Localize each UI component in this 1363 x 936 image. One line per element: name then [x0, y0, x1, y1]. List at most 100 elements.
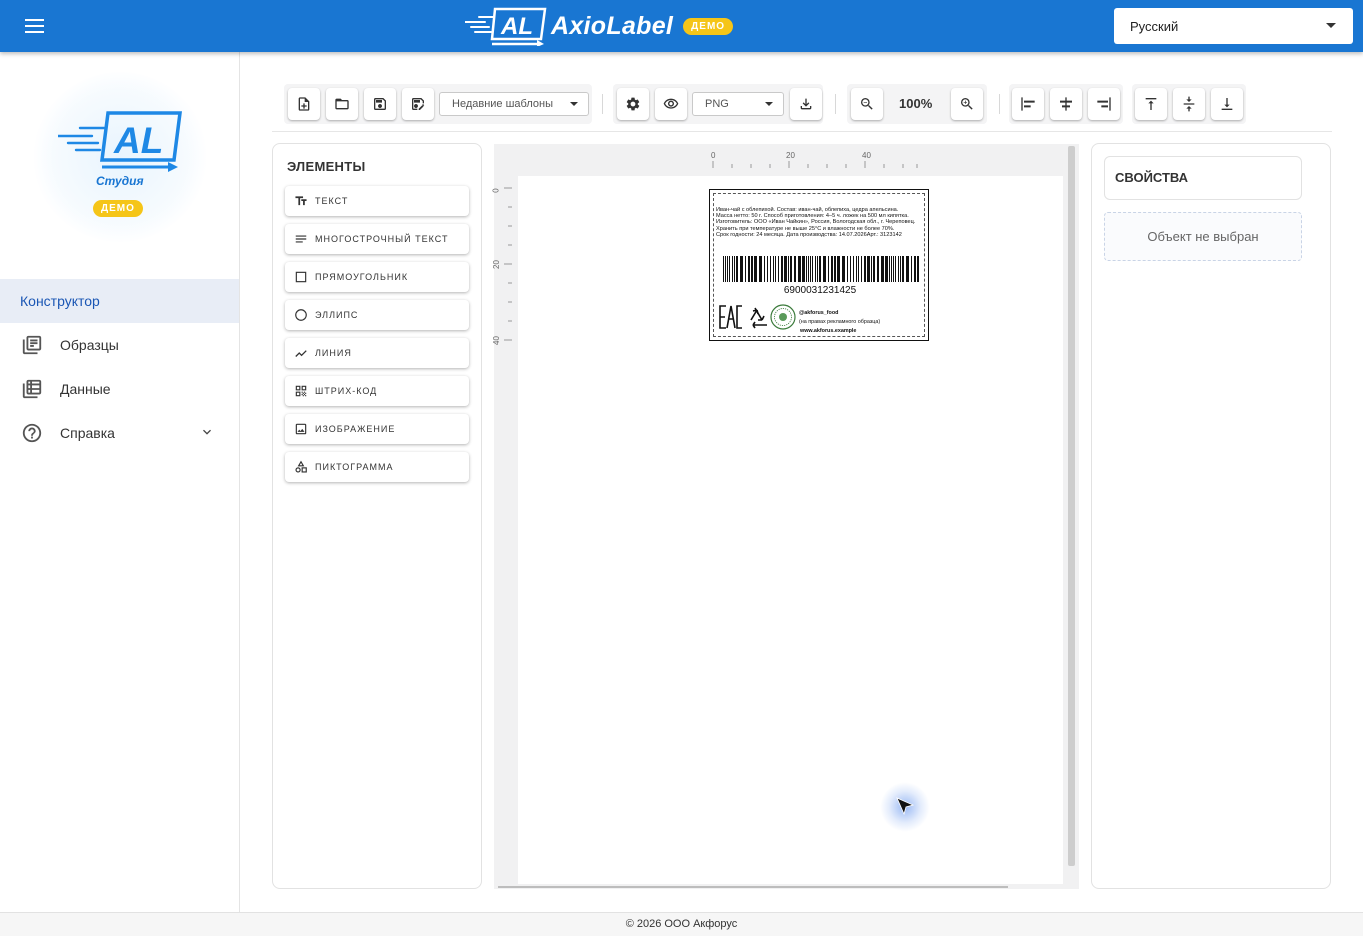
- nav-item-help[interactable]: Справка: [0, 411, 239, 455]
- barcode-bar: [770, 256, 771, 282]
- barcode-bar: [767, 256, 768, 282]
- barcode-bar: [858, 256, 859, 282]
- preview-button[interactable]: [655, 88, 687, 120]
- label-text-line: Изготовитель: ООО «Иван Чайкин», Россия,…: [716, 219, 916, 226]
- barcode-bar: [842, 256, 845, 282]
- element-label: линия: [315, 348, 352, 358]
- nav-label: Данные: [60, 381, 111, 397]
- barcode-bar: [781, 256, 783, 282]
- align-bottom-button[interactable]: [1211, 88, 1243, 120]
- text-icon: [295, 196, 307, 206]
- chevron-down-icon[interactable]: [199, 424, 215, 440]
- barcode-bar: [877, 256, 879, 282]
- barcode-bar: [806, 256, 807, 282]
- element-label: текст: [315, 196, 349, 206]
- barcode-bar: [815, 256, 816, 282]
- barcode-bar: [891, 256, 892, 282]
- save-as-icon: [412, 98, 425, 110]
- element-label: многострочный текст: [315, 234, 449, 244]
- open-file-button[interactable]: [326, 88, 358, 120]
- barcode-bar: [914, 256, 916, 282]
- label-text-line: Хранить при температуре не выше 25°C и в…: [716, 225, 895, 232]
- svg-text:AL: AL: [113, 120, 163, 161]
- eye-icon: [663, 98, 679, 109]
- nav-item-data[interactable]: Данные: [0, 367, 239, 411]
- label-preview[interactable]: Иван-чай с облепихой. Состав: иван-чай, …: [709, 189, 929, 341]
- barcode-bar: [788, 256, 789, 282]
- barcode-bar: [798, 256, 801, 282]
- barcode-bar: [759, 256, 762, 282]
- svg-text:AL: AL: [500, 13, 533, 40]
- zoom-out-button[interactable]: [851, 88, 883, 120]
- align-right-button[interactable]: [1088, 88, 1120, 120]
- menu-icon[interactable]: [20, 14, 50, 38]
- element-label: эллипс: [315, 310, 359, 320]
- align-top-button[interactable]: [1135, 88, 1167, 120]
- toolbar-divider: [999, 94, 1000, 114]
- new-file-button[interactable]: [288, 88, 320, 120]
- table-icon: [22, 379, 42, 399]
- add-pictogram-button[interactable]: пиктограмма: [285, 452, 469, 482]
- barcode-bar: [725, 256, 726, 282]
- barcode-bar: [861, 256, 862, 282]
- caret-down-icon: [765, 102, 773, 106]
- align-center-button[interactable]: [1050, 88, 1082, 120]
- nav-item-constructor[interactable]: Конструктор: [0, 279, 239, 323]
- barcode-bar: [823, 256, 826, 282]
- add-multiline-text-button[interactable]: многострочный текст: [285, 224, 469, 254]
- elements-panel: ЭЛЕМЕНТЫ текст многострочный текст прямо…: [272, 143, 482, 889]
- barcode-bar: [917, 256, 919, 282]
- recent-templates-placeholder: Недавние шаблоны: [452, 98, 553, 110]
- save-icon: [374, 98, 386, 110]
- barcode-bar: [745, 256, 746, 282]
- add-rectangle-button[interactable]: прямоугольник: [285, 262, 469, 292]
- properties-title: СВОЙСТВА: [1104, 156, 1302, 200]
- barcode-bar: [754, 256, 757, 282]
- add-line-button[interactable]: линия: [285, 338, 469, 368]
- studio-label: Студия: [96, 174, 144, 188]
- barcode-bar: [778, 256, 779, 282]
- add-barcode-button[interactable]: штрих-код: [285, 376, 469, 406]
- download-button[interactable]: [790, 88, 822, 120]
- nav-label: Образцы: [60, 337, 119, 353]
- save-button[interactable]: [364, 88, 396, 120]
- zoom-toolbar-group: 100%: [847, 84, 987, 124]
- new-file-icon: [298, 97, 310, 111]
- element-label: изображение: [315, 424, 396, 434]
- barcode-bar: [784, 256, 787, 282]
- nav-label: Справка: [60, 425, 115, 441]
- settings-button[interactable]: [617, 88, 649, 120]
- export-format-select[interactable]: PNG: [692, 92, 784, 116]
- label-social: @akforus_food (на правах рекламного обра…: [799, 310, 880, 326]
- horizontal-scrollbar[interactable]: [498, 886, 1008, 888]
- ruler-label: 0: [711, 151, 716, 160]
- vertical-scrollbar[interactable]: [1068, 146, 1075, 866]
- export-format-value: PNG: [705, 98, 729, 110]
- line-icon: [295, 350, 307, 357]
- zoom-in-button[interactable]: [951, 88, 983, 120]
- nav-item-samples[interactable]: Образцы: [0, 323, 239, 367]
- toolbar-divider: [602, 94, 603, 114]
- align-left-button[interactable]: [1012, 88, 1044, 120]
- barcode-bar: [837, 256, 840, 282]
- zoom-level: 100%: [899, 96, 933, 111]
- align-middle-button[interactable]: [1173, 88, 1205, 120]
- save-as-button[interactable]: [402, 88, 434, 120]
- recent-templates-select[interactable]: Недавние шаблоны: [439, 92, 589, 116]
- ruler-label: 40: [491, 336, 501, 345]
- barcode-bar: [732, 256, 733, 282]
- ellipse-icon: [295, 309, 307, 321]
- add-ellipse-button[interactable]: эллипс: [285, 300, 469, 330]
- shapes-icon: [295, 460, 307, 473]
- studio-demo-badge: ДЕМО: [93, 200, 143, 217]
- file-toolbar-group: Недавние шаблоны: [284, 84, 592, 124]
- add-image-button[interactable]: изображение: [285, 414, 469, 444]
- barcode-bar: [790, 256, 792, 282]
- label-social-note: (на правах рекламного образца): [799, 319, 881, 325]
- barcode[interactable]: [723, 256, 919, 282]
- add-text-button[interactable]: текст: [285, 186, 469, 216]
- label-text-block[interactable]: Иван-чай с облепихой. Состав: иван-чай, …: [716, 207, 916, 238]
- barcode-bar: [773, 256, 774, 282]
- barcode-bar: [895, 256, 896, 282]
- language-select[interactable]: Русский: [1114, 8, 1353, 44]
